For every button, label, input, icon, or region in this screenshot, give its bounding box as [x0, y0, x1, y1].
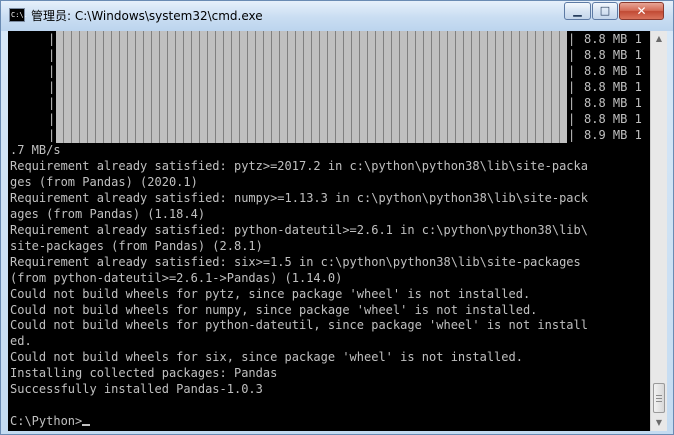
console-output[interactable]: | | 8.8 MB 1 | | 8.8 MB 1 | | 8.8 MB 1 | | 8.8 MB 1…: [8, 31, 650, 431]
download-rate: 8.8 MB 1: [584, 32, 642, 46]
minimize-button[interactable]: ▁: [564, 2, 591, 20]
close-button[interactable]: ✕: [619, 2, 664, 20]
console-line: ges (from Pandas) (2020.1): [10, 174, 198, 189]
console-line: (from python-dateutil>=2.6.1->Pandas) (1…: [10, 270, 343, 285]
scroll-thumb[interactable]: [653, 383, 665, 413]
progress-pipe-left: |: [48, 96, 56, 110]
progress-pipe-right: |: [568, 128, 576, 142]
download-rate: 8.9 MB 1: [584, 128, 642, 142]
console-text: .7 MB/s Requirement already satisfied: p…: [10, 143, 650, 430]
progress-pipe-right: |: [568, 48, 576, 62]
console-line: Requirement already satisfied: numpy>=1.…: [10, 190, 588, 205]
progress-row: | | 8.8 MB 1: [8, 63, 650, 79]
progress-row: | | 8.8 MB 1: [8, 95, 650, 111]
download-progress-area: | | 8.8 MB 1 | | 8.8 MB 1 | | 8.8 MB 1 | | 8.8 MB 1…: [8, 31, 650, 143]
console-line: Successfully installed Pandas-1.0.3: [10, 382, 263, 397]
download-rate: 8.8 MB 1: [584, 96, 642, 110]
download-rate: 8.8 MB 1: [584, 64, 642, 78]
console-line: Requirement already satisfied: pytz>=201…: [10, 158, 588, 173]
progress-pipe-left: |: [48, 48, 56, 62]
console-line: .7 MB/s: [10, 143, 61, 157]
progress-pipe-left: |: [48, 32, 56, 46]
text-cursor: [82, 424, 91, 427]
progress-row: | | 8.8 MB 1: [8, 47, 650, 63]
window-title: 管理员: C:\Windows\system32\cmd.exe: [31, 9, 263, 23]
progress-pipe-right: |: [568, 64, 576, 78]
scroll-down-arrow-icon[interactable]: ▼: [652, 415, 666, 431]
console-line: Could not build wheels for six, since pa…: [10, 350, 523, 365]
console-line: site-packages (from Pandas) (2.8.1): [10, 238, 263, 253]
vertical-scrollbar[interactable]: ▲ ▼: [650, 31, 667, 431]
cmd-window: C:\. 管理员: C:\Windows\system32\cmd.exe ▁ …: [0, 0, 674, 435]
console-line: Could not build wheels for pytz, since p…: [10, 286, 531, 301]
console-line: Installing collected packages: Pandas: [10, 366, 278, 381]
download-rate: 8.8 MB 1: [584, 112, 642, 126]
progress-pipe-right: |: [568, 112, 576, 126]
cmd-app-icon[interactable]: C:\.: [9, 8, 28, 22]
thumb-grip-line: [656, 401, 662, 402]
progress-pipe-left: |: [48, 112, 56, 126]
progress-pipe-right: |: [568, 32, 576, 46]
maximize-button[interactable]: □: [592, 2, 618, 20]
progress-pipe-left: |: [48, 80, 56, 94]
console-line: Requirement already satisfied: six>=1.5 …: [10, 254, 581, 269]
progress-row: | | 8.8 MB 1: [8, 31, 650, 47]
progress-pipe-right: |: [568, 96, 576, 110]
progress-pipe-left: |: [48, 64, 56, 78]
thumb-grip-line: [656, 398, 662, 399]
console-line: ages (from Pandas) (1.18.4): [10, 206, 206, 221]
console-line: Could not build wheels for numpy, since …: [10, 302, 538, 317]
progress-pipe-right: |: [568, 80, 576, 94]
progress-pipe-left: |: [48, 128, 56, 142]
console-line: C:\Python>: [10, 414, 83, 429]
download-rate: 8.8 MB 1: [584, 80, 642, 94]
progress-row: | | 8.8 MB 1: [8, 79, 650, 95]
scroll-up-arrow-icon[interactable]: ▲: [652, 31, 666, 47]
console-line: ed.: [10, 334, 32, 349]
progress-row: | | 8.8 MB 1: [8, 111, 650, 127]
download-rate: 8.8 MB 1: [584, 48, 642, 62]
progress-row: | | 8.9 MB 1: [8, 127, 650, 143]
console-line: Requirement already satisfied: python-da…: [10, 222, 588, 237]
title-bar[interactable]: C:\. 管理员: C:\Windows\system32\cmd.exe ▁ …: [1, 1, 673, 31]
console-line: Could not build wheels for python-dateut…: [10, 318, 588, 333]
thumb-grip-line: [656, 395, 662, 396]
